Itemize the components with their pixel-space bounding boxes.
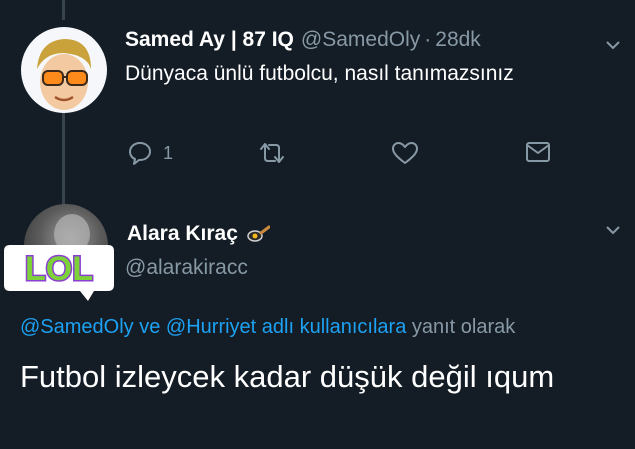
sticker-text: LOL: [25, 250, 93, 288]
author-name[interactable]: Alara Kıraç: [127, 222, 238, 246]
replying-to: @SamedOly ve @Hurriyet adlı kullanıcılar…: [20, 316, 515, 339]
tweet-actions: 1: [0, 140, 635, 168]
author-name[interactable]: Samed Ay | 87 IQ: [125, 28, 294, 52]
header-separator: ·: [424, 28, 432, 51]
like-button[interactable]: [391, 140, 419, 166]
retweet-button[interactable]: [258, 140, 286, 166]
author-handle[interactable]: @SamedOly: [301, 28, 420, 52]
reply-count: 1: [163, 142, 174, 163]
avatar[interactable]: [21, 27, 107, 113]
chevron-down-icon[interactable]: [605, 222, 621, 238]
mention-link[interactable]: @SamedOly: [20, 316, 134, 338]
reply-button[interactable]: 1: [127, 140, 173, 166]
tweet-header: Samed Ay | 87 IQ @SamedOly · 28dk: [125, 28, 481, 54]
replying-suffix: yanıt olarak: [411, 316, 516, 338]
reply-icon: [129, 142, 151, 165]
direct-message-button[interactable]: [525, 140, 551, 164]
tweet-timestamp[interactable]: 28dk: [435, 28, 481, 52]
author-name-row: Alara Kıraç: [127, 222, 270, 246]
tweet-text: Futbol izleycek kadar düşük değil ıqum: [20, 359, 555, 394]
bitmoji-avatar-icon: [37, 39, 91, 110]
tweet-text: Dünyaca ünlü futbolcu, nasıl tanımazsını…: [125, 62, 514, 85]
author-handle[interactable]: @alarakiracc: [125, 256, 248, 280]
mention-link[interactable]: @Hurriyet adlı kullanıcılara: [166, 316, 406, 338]
direct-message-icon: [526, 142, 550, 162]
like-icon: [392, 142, 418, 164]
frying-pan-emoji-icon: [247, 225, 270, 242]
retweet-icon: [260, 143, 284, 163]
thread-line-top: [62, 0, 65, 20]
replying-and: ve: [139, 316, 161, 338]
lol-sticker-icon: LOL: [4, 245, 114, 301]
chevron-down-icon[interactable]: [605, 37, 621, 53]
